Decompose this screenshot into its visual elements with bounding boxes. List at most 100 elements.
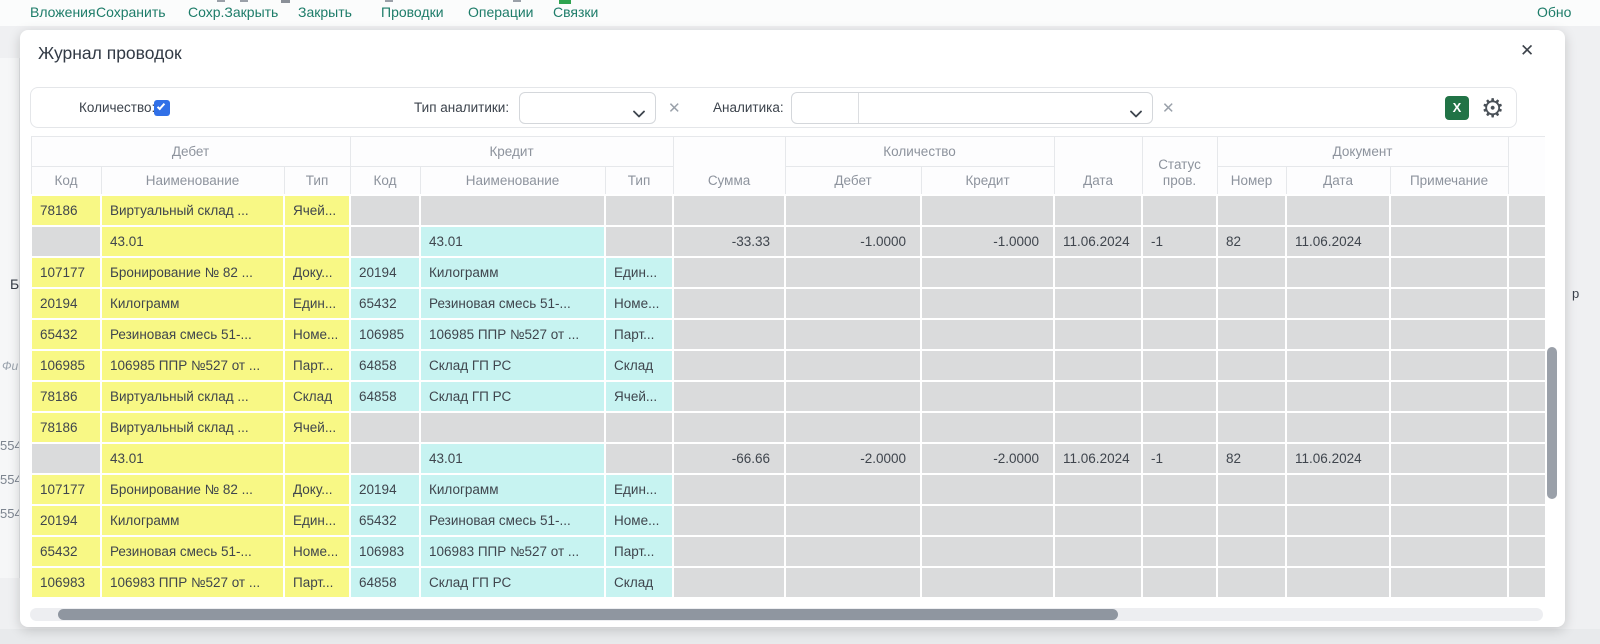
- table-cell[interactable]: [605, 226, 673, 257]
- table-cell[interactable]: [1390, 319, 1508, 350]
- table-row[interactable]: 106985106985 ППР №527 от ...Парт...64858…: [31, 350, 1547, 381]
- table-cell[interactable]: [1217, 195, 1286, 226]
- table-cell[interactable]: 11.06.2024: [1054, 226, 1142, 257]
- table-cell[interactable]: [284, 443, 350, 474]
- table-cell[interactable]: [673, 288, 785, 319]
- table-cell[interactable]: [350, 443, 420, 474]
- table-cell[interactable]: -66.66: [673, 443, 785, 474]
- table-cell[interactable]: [1142, 257, 1217, 288]
- table-row[interactable]: 43.0143.01-66.66-2.0000-2.000011.06.2024…: [31, 443, 1547, 474]
- table-cell[interactable]: [1286, 505, 1390, 536]
- table-cell[interactable]: [921, 350, 1054, 381]
- table-cell[interactable]: Един...: [605, 474, 673, 505]
- header-group-document[interactable]: Документ: [1217, 137, 1508, 167]
- table-row[interactable]: 106983106983 ППР №527 от ...Парт...64858…: [31, 567, 1547, 598]
- table-cell[interactable]: Килограмм: [101, 505, 284, 536]
- table-cell[interactable]: -33.33: [673, 226, 785, 257]
- table-cell[interactable]: [1217, 319, 1286, 350]
- table-cell[interactable]: [785, 288, 921, 319]
- table-cell[interactable]: [1390, 536, 1508, 567]
- table-cell[interactable]: 11.06.2024: [1054, 443, 1142, 474]
- table-cell[interactable]: [1390, 443, 1508, 474]
- table-cell[interactable]: 43.01: [101, 443, 284, 474]
- header-sum[interactable]: Сумма: [673, 137, 785, 195]
- header-group-debit[interactable]: Дебет: [31, 137, 350, 167]
- table-cell[interactable]: -2.0000: [785, 443, 921, 474]
- table-cell[interactable]: Доку...: [284, 257, 350, 288]
- table-cell[interactable]: [1390, 567, 1508, 598]
- table-cell[interactable]: Килограмм: [420, 474, 605, 505]
- table-cell[interactable]: 20194: [350, 257, 420, 288]
- table-cell[interactable]: [31, 226, 101, 257]
- table-cell[interactable]: -1.0000: [921, 226, 1054, 257]
- table-row[interactable]: 20194КилограммЕдин...65432Резиновая смес…: [31, 505, 1547, 536]
- table-cell[interactable]: Един...: [284, 288, 350, 319]
- table-cell[interactable]: [673, 381, 785, 412]
- table-cell[interactable]: Килограмм: [101, 288, 284, 319]
- table-cell[interactable]: Един...: [605, 257, 673, 288]
- table-cell[interactable]: [1286, 257, 1390, 288]
- table-cell[interactable]: [420, 412, 605, 443]
- table-cell[interactable]: [921, 536, 1054, 567]
- table-cell[interactable]: [1142, 350, 1217, 381]
- table-cell[interactable]: 106983 ППР №527 от ...: [101, 567, 284, 598]
- table-cell[interactable]: 43.01: [101, 226, 284, 257]
- table-cell[interactable]: Парт...: [605, 319, 673, 350]
- table-cell[interactable]: [785, 505, 921, 536]
- table-cell[interactable]: Склад: [605, 350, 673, 381]
- quantity-checkbox[interactable]: [154, 100, 170, 116]
- table-cell[interactable]: Виртуальный склад ...: [101, 412, 284, 443]
- table-cell[interactable]: [785, 257, 921, 288]
- table-row[interactable]: 43.0143.01-33.33-1.0000-1.000011.06.2024…: [31, 226, 1547, 257]
- table-cell[interactable]: [1142, 195, 1217, 226]
- table-cell[interactable]: [1390, 474, 1508, 505]
- table-cell[interactable]: [1142, 288, 1217, 319]
- table-cell[interactable]: [1054, 412, 1142, 443]
- header-qty-debit[interactable]: Дебет: [785, 167, 921, 195]
- table-cell[interactable]: 78186: [31, 195, 101, 226]
- table-cell[interactable]: 65432: [31, 319, 101, 350]
- table-cell[interactable]: Ячей...: [605, 381, 673, 412]
- header-debit-code[interactable]: Код: [31, 167, 101, 195]
- table-row[interactable]: 78186Виртуальный склад ...Склад64858Скла…: [31, 381, 1547, 412]
- table-row[interactable]: 20194КилограммЕдин...65432Резиновая смес…: [31, 288, 1547, 319]
- table-cell[interactable]: [785, 567, 921, 598]
- table-cell[interactable]: [1054, 505, 1142, 536]
- menu-item-postings[interactable]: Проводки: [381, 4, 444, 20]
- table-cell[interactable]: Номе...: [605, 505, 673, 536]
- header-credit-name[interactable]: Наименование: [420, 167, 605, 195]
- table-cell[interactable]: [921, 474, 1054, 505]
- horizontal-scrollbar[interactable]: [30, 608, 1543, 621]
- table-cell[interactable]: 11.06.2024: [1286, 443, 1390, 474]
- table-cell[interactable]: [921, 195, 1054, 226]
- table-cell[interactable]: [1142, 319, 1217, 350]
- table-cell[interactable]: [1286, 319, 1390, 350]
- table-cell[interactable]: [350, 412, 420, 443]
- table-cell[interactable]: Килограмм: [420, 257, 605, 288]
- close-icon[interactable]: ✕: [1520, 41, 1534, 61]
- table-cell[interactable]: [1390, 195, 1508, 226]
- table-cell[interactable]: [673, 567, 785, 598]
- table-row[interactable]: 78186Виртуальный склад ...Ячей...: [31, 195, 1547, 226]
- table-cell[interactable]: [1217, 567, 1286, 598]
- table-cell[interactable]: 82: [1217, 443, 1286, 474]
- table-row[interactable]: 65432Резиновая смесь 51-...Номе...106983…: [31, 536, 1547, 567]
- menu-item-refresh-cut[interactable]: Обно: [1537, 4, 1571, 20]
- table-cell[interactable]: [1217, 505, 1286, 536]
- table-cell[interactable]: 78186: [31, 381, 101, 412]
- menu-item-links[interactable]: Связки: [553, 4, 598, 20]
- table-cell[interactable]: 106985: [350, 319, 420, 350]
- table-cell[interactable]: [1390, 288, 1508, 319]
- table-cell[interactable]: [673, 505, 785, 536]
- vertical-scrollbar-thumb[interactable]: [1547, 347, 1557, 499]
- table-cell[interactable]: 20194: [31, 505, 101, 536]
- table-cell[interactable]: [1054, 319, 1142, 350]
- table-cell[interactable]: [921, 257, 1054, 288]
- table-cell[interactable]: [673, 536, 785, 567]
- table-cell[interactable]: [1142, 536, 1217, 567]
- table-cell[interactable]: Бронирование № 82 ...: [101, 257, 284, 288]
- table-cell[interactable]: [921, 567, 1054, 598]
- table-cell[interactable]: Резиновая смесь 51-...: [101, 536, 284, 567]
- table-cell[interactable]: [1390, 412, 1508, 443]
- table-cell[interactable]: [921, 288, 1054, 319]
